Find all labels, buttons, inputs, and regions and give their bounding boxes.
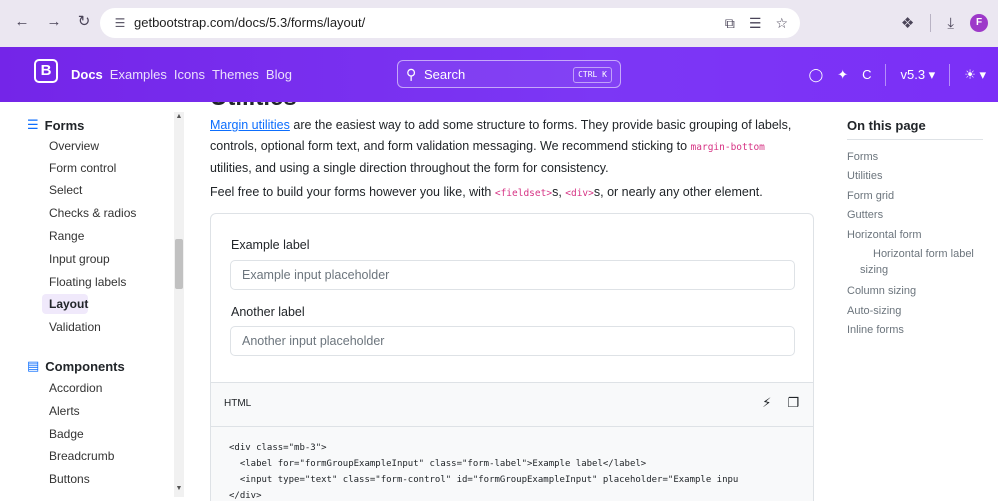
code-line: <div class="mb-3"> <box>229 443 327 453</box>
toolbar-divider <box>930 14 932 32</box>
sidebar-item-floating-labels[interactable]: Floating labels <box>49 275 126 289</box>
sidebar-item-alerts[interactable]: Alerts <box>49 404 80 418</box>
inline-code: margin-bottom <box>690 142 765 153</box>
code-line: <input type="text" class="form-control" … <box>229 475 739 485</box>
sidebar-item-accordion[interactable]: Accordion <box>49 381 102 395</box>
bootstrap-navbar: B Docs Examples Icons Themes Blog ⚲ Sear… <box>0 47 998 102</box>
para-text: utilities, and using a single direction … <box>210 161 609 175</box>
sidebar-item-validation[interactable]: Validation <box>49 320 101 334</box>
search-shortcut: CTRL K <box>573 67 612 83</box>
forward-icon[interactable]: → <box>44 12 64 32</box>
clipboard-icon[interactable]: ❐ <box>787 395 799 411</box>
nav-link-examples[interactable]: Examples <box>110 67 167 82</box>
search-icon: ⚲ <box>406 66 417 82</box>
sidebar-item-breadcrumb[interactable]: Breadcrumb <box>49 449 114 463</box>
toc-link-forms[interactable]: Forms <box>847 151 878 163</box>
translate-icon[interactable]: ☰ <box>749 15 762 32</box>
utilities-paragraph: Margin utilities are the easiest way to … <box>210 115 791 179</box>
nav-link-docs[interactable]: Docs <box>71 67 103 82</box>
sidebar-scrollbar[interactable] <box>174 112 184 497</box>
toc-link-horizontal-form-label-sizing[interactable]: Horizontal form label sizing <box>860 248 974 276</box>
para-text: are the easiest way to add some structur… <box>289 118 792 132</box>
inline-code: <div> <box>565 188 594 199</box>
toc-divider <box>847 139 983 140</box>
toc-link-text: Horizontal form label <box>873 248 974 260</box>
sidebar-section-components: ▤ Components <box>27 358 125 374</box>
toc-link-auto-sizing[interactable]: Auto-sizing <box>847 305 901 317</box>
reload-icon[interactable]: ↻ <box>74 12 94 32</box>
para-text: Feel free to build your forms however yo… <box>210 185 495 199</box>
version-label: v5.3 <box>900 66 926 82</box>
opencollective-icon[interactable]: C <box>862 67 871 82</box>
sidebar-section-title: Components <box>45 358 125 374</box>
toc-link-inline-forms[interactable]: Inline forms <box>847 324 904 336</box>
url-text[interactable]: getbootstrap.com/docs/5.3/forms/layout/ <box>134 8 365 38</box>
para-text: s, <box>552 185 566 199</box>
sidebar-item-layout[interactable]: Layout <box>49 297 88 311</box>
toc-link-utilities[interactable]: Utilities <box>847 170 882 182</box>
browser-toolbar: ← → ↻ ☰ getbootstrap.com/docs/5.3/forms/… <box>0 0 998 47</box>
para-text: controls, optional form text, and form v… <box>210 139 691 153</box>
scroll-up-icon[interactable]: ▲ <box>175 113 183 120</box>
extensions-icon[interactable]: ❖ <box>901 14 914 32</box>
sidebar-item-badge[interactable]: Badge <box>49 427 84 441</box>
address-bar[interactable]: ☰ getbootstrap.com/docs/5.3/forms/layout… <box>100 8 800 38</box>
scroll-down-icon[interactable]: ▼ <box>175 485 183 492</box>
sidebar-item-range[interactable]: Range <box>49 229 84 243</box>
sidebar-item-select[interactable]: Select <box>49 183 82 197</box>
toc-link-text: sizing <box>860 264 889 276</box>
profile-avatar[interactable]: F <box>970 14 988 32</box>
code-line: </div> <box>229 491 262 501</box>
bootstrap-logo[interactable]: B <box>34 59 58 83</box>
example-label: Example label <box>231 238 310 252</box>
sidebar-item-input-group[interactable]: Input group <box>49 252 110 266</box>
margin-utilities-link[interactable]: Margin utilities <box>210 118 290 132</box>
search-label: Search <box>424 67 466 82</box>
freedom-paragraph: Feel free to build your forms however yo… <box>210 182 763 204</box>
toc-link-gutters[interactable]: Gutters <box>847 209 883 221</box>
github-icon[interactable]: ◯ <box>809 67 824 83</box>
nav-link-themes[interactable]: Themes <box>212 67 259 82</box>
navbar-divider <box>949 63 951 86</box>
toc-title: On this page <box>847 118 926 133</box>
toc-link-form-grid[interactable]: Form grid <box>847 190 894 202</box>
code-line: <label for="formGroupExampleInput" class… <box>229 459 647 469</box>
theme-toggle[interactable]: ☀ ▾ <box>964 67 986 83</box>
bookmark-star-icon[interactable]: ☆ <box>775 15 788 32</box>
version-dropdown[interactable]: v5.3 ▾ <box>900 67 935 83</box>
toc-link-column-sizing[interactable]: Column sizing <box>847 285 916 297</box>
sidebar-section-title: Forms <box>44 117 85 133</box>
twitter-icon[interactable]: ✦ <box>837 67 848 83</box>
para-text: s, or nearly any other element. <box>593 185 763 199</box>
install-app-icon[interactable]: ⧉ <box>725 15 735 32</box>
sidebar-item-checks-radios[interactable]: Checks & radios <box>49 206 136 220</box>
code-snippet-header: HTML ⚡ ❐ <box>210 383 814 427</box>
nav-link-icons[interactable]: Icons <box>174 67 205 82</box>
code-snippet: <div class="mb-3"> <label for="formGroup… <box>210 427 814 501</box>
docs-sidebar: ☰ Forms Overview Form control Select Che… <box>0 102 185 501</box>
docs-search-button[interactable]: ⚲ Search CTRL K <box>397 60 621 88</box>
lightning-icon[interactable]: ⚡ <box>762 395 771 411</box>
nav-link-blog[interactable]: Blog <box>266 67 292 82</box>
example-preview: Example label Example input placeholder … <box>210 213 814 383</box>
download-icon[interactable]: ⤓ <box>947 15 954 32</box>
example-input[interactable]: Example input placeholder <box>230 260 795 290</box>
inline-code: <fieldset> <box>494 188 553 199</box>
another-label: Another label <box>231 305 305 319</box>
sun-icon: ☀ <box>964 66 976 82</box>
sidebar-item-overview[interactable]: Overview <box>49 139 99 153</box>
code-language: HTML <box>224 398 252 409</box>
forms-icon: ☰ <box>27 117 39 132</box>
components-icon: ▤ <box>27 358 40 373</box>
toc-link-horizontal-form[interactable]: Horizontal form <box>847 229 922 241</box>
back-icon[interactable]: ← <box>12 12 32 32</box>
sidebar-item-form-control[interactable]: Form control <box>49 161 116 175</box>
sidebar-section-forms: ☰ Forms <box>27 117 84 133</box>
sidebar-item-buttons[interactable]: Buttons <box>49 472 90 486</box>
another-input[interactable]: Another input placeholder <box>230 326 795 356</box>
site-info-icon[interactable]: ☰ <box>112 15 128 31</box>
navbar-divider <box>885 63 887 86</box>
sidebar-scrollbar-thumb[interactable] <box>175 239 183 289</box>
